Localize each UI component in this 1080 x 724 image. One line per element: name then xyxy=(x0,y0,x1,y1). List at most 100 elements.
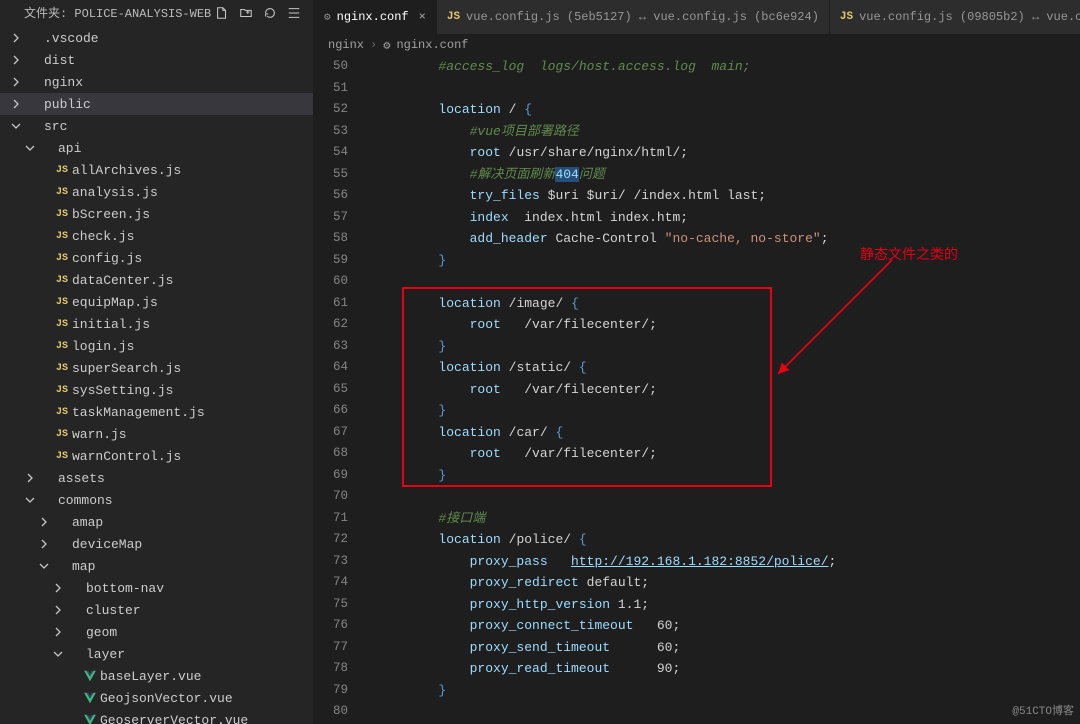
editor-tab[interactable]: JSvue.config.js (09805b2) ↔ vue.config.j… xyxy=(830,0,1080,34)
chevron-right-icon[interactable] xyxy=(50,604,66,616)
editor-tab[interactable]: ⚙nginx.conf× xyxy=(314,0,437,34)
code-line[interactable] xyxy=(376,701,1080,723)
tree-item[interactable]: JSconfig.js xyxy=(0,247,313,269)
tree-item[interactable]: public xyxy=(0,93,313,115)
chevron-right-icon[interactable] xyxy=(22,472,38,484)
code-line[interactable]: location /car/ { xyxy=(376,422,1080,444)
code-line[interactable]: #vue项目部署路径 xyxy=(376,121,1080,143)
tree-item[interactable]: .vscode xyxy=(0,27,313,49)
tree-item[interactable]: bottom-nav xyxy=(0,577,313,599)
file-tree[interactable]: .vscodedistnginxpublicsrcapiJSallArchive… xyxy=(0,25,313,724)
chevron-right-icon[interactable] xyxy=(36,538,52,550)
code-line[interactable]: location /police/ { xyxy=(376,529,1080,551)
chevron-right-icon[interactable] xyxy=(8,98,24,110)
chevron-right-icon[interactable] xyxy=(8,76,24,88)
breadcrumb-folder[interactable]: nginx xyxy=(328,38,364,52)
annotation-text: 静态文件之类的 xyxy=(860,244,958,266)
code-content[interactable]: 静态文件之类的 #access_log logs/host.access.log… xyxy=(360,56,1080,724)
tree-item[interactable]: nginx xyxy=(0,71,313,93)
code-line[interactable] xyxy=(376,271,1080,293)
tree-item[interactable]: JSsuperSearch.js xyxy=(0,357,313,379)
new-folder-icon[interactable] xyxy=(239,6,257,20)
tree-item[interactable]: JSlogin.js xyxy=(0,335,313,357)
tree-item[interactable]: map xyxy=(0,555,313,577)
tree-item[interactable]: geom xyxy=(0,621,313,643)
code-line[interactable]: } xyxy=(376,400,1080,422)
gear-icon: ⚙ xyxy=(383,38,390,53)
tree-item[interactable]: JSinitial.js xyxy=(0,313,313,335)
tree-item[interactable]: JSallArchives.js xyxy=(0,159,313,181)
chevron-right-icon[interactable] xyxy=(50,626,66,638)
code-line[interactable]: } xyxy=(376,336,1080,358)
chevron-down-icon[interactable] xyxy=(22,142,38,154)
tree-item[interactable]: api xyxy=(0,137,313,159)
tree-item[interactable]: JSdataCenter.js xyxy=(0,269,313,291)
tree-item[interactable]: JSanalysis.js xyxy=(0,181,313,203)
js-file-icon: JS xyxy=(52,319,72,330)
chevron-right-icon[interactable] xyxy=(36,516,52,528)
refresh-icon[interactable] xyxy=(263,6,281,20)
tree-item[interactable]: JSbScreen.js xyxy=(0,203,313,225)
tree-item[interactable]: src xyxy=(0,115,313,137)
collapse-icon[interactable] xyxy=(287,6,305,20)
tree-item[interactable]: layer xyxy=(0,643,313,665)
code-line[interactable]: } xyxy=(376,465,1080,487)
code-line[interactable]: root /usr/share/nginx/html/; xyxy=(376,142,1080,164)
tree-item[interactable]: JSsysSetting.js xyxy=(0,379,313,401)
tree-item-label: config.js xyxy=(72,251,142,266)
code-line[interactable]: try_files $uri $uri/ /index.html last; xyxy=(376,185,1080,207)
code-line[interactable]: proxy_read_timeout 90; xyxy=(376,658,1080,680)
code-line[interactable]: add_header Cache-Control "no-cache, no-s… xyxy=(376,228,1080,250)
breadcrumb[interactable]: nginx › ⚙ nginx.conf xyxy=(314,34,1080,56)
tree-item[interactable]: assets xyxy=(0,467,313,489)
breadcrumb-file[interactable]: nginx.conf xyxy=(396,38,468,52)
code-line[interactable]: proxy_http_version 1.1; xyxy=(376,594,1080,616)
code-line[interactable]: } xyxy=(376,680,1080,702)
tree-item[interactable]: commons xyxy=(0,489,313,511)
chevron-right-icon[interactable] xyxy=(8,54,24,66)
code-line[interactable]: #解决页面刷新404问题 xyxy=(376,164,1080,186)
code-line[interactable]: root /var/filecenter/; xyxy=(376,379,1080,401)
code-line[interactable]: proxy_pass http://192.168.1.182:8852/pol… xyxy=(376,551,1080,573)
code-line[interactable]: } xyxy=(376,250,1080,272)
chevron-down-icon[interactable] xyxy=(22,494,38,506)
new-file-icon[interactable] xyxy=(215,6,233,20)
chevron-right-icon[interactable] xyxy=(8,32,24,44)
tree-item[interactable]: JScheck.js xyxy=(0,225,313,247)
code-line[interactable]: location / { xyxy=(376,99,1080,121)
code-line[interactable]: proxy_connect_timeout 60; xyxy=(376,615,1080,637)
editor-tab[interactable]: JSvue.config.js (5eb5127) ↔ vue.config.j… xyxy=(437,0,830,34)
close-icon[interactable]: × xyxy=(419,10,426,24)
chevron-down-icon[interactable] xyxy=(8,120,24,132)
tree-item-label: layer xyxy=(86,647,125,662)
tree-item[interactable]: baseLayer.vue xyxy=(0,665,313,687)
tree-item-label: allArchives.js xyxy=(72,163,181,178)
code-line[interactable] xyxy=(376,486,1080,508)
tree-item[interactable]: GeojsonVector.vue xyxy=(0,687,313,709)
code-line[interactable]: #接口端 xyxy=(376,508,1080,530)
tab-bar[interactable]: ⚙nginx.conf×JSvue.config.js (5eb5127) ↔ … xyxy=(314,0,1080,34)
tree-item[interactable]: JStaskManagement.js xyxy=(0,401,313,423)
tree-item[interactable]: JSwarn.js xyxy=(0,423,313,445)
code-line[interactable]: location /image/ { xyxy=(376,293,1080,315)
chevron-right-icon[interactable] xyxy=(50,582,66,594)
code-editor[interactable]: 5051525354555657585960616263646566676869… xyxy=(314,56,1080,724)
code-line[interactable] xyxy=(376,78,1080,100)
code-line[interactable]: proxy_redirect default; xyxy=(376,572,1080,594)
code-line[interactable]: proxy_send_timeout 60; xyxy=(376,637,1080,659)
tree-item[interactable]: JSwarnControl.js xyxy=(0,445,313,467)
tree-item[interactable]: amap xyxy=(0,511,313,533)
tree-item-label: geom xyxy=(86,625,117,640)
tree-item[interactable]: cluster xyxy=(0,599,313,621)
code-line[interactable]: #access_log logs/host.access.log main; xyxy=(376,56,1080,78)
tree-item[interactable]: JSequipMap.js xyxy=(0,291,313,313)
tree-item[interactable]: GeoserverVector.vue xyxy=(0,709,313,724)
chevron-down-icon[interactable] xyxy=(36,560,52,572)
tree-item[interactable]: deviceMap xyxy=(0,533,313,555)
code-line[interactable]: root /var/filecenter/; xyxy=(376,443,1080,465)
code-line[interactable]: root /var/filecenter/; xyxy=(376,314,1080,336)
chevron-down-icon[interactable] xyxy=(50,648,66,660)
code-line[interactable]: index index.html index.htm; xyxy=(376,207,1080,229)
tree-item[interactable]: dist xyxy=(0,49,313,71)
code-line[interactable]: location /static/ { xyxy=(376,357,1080,379)
